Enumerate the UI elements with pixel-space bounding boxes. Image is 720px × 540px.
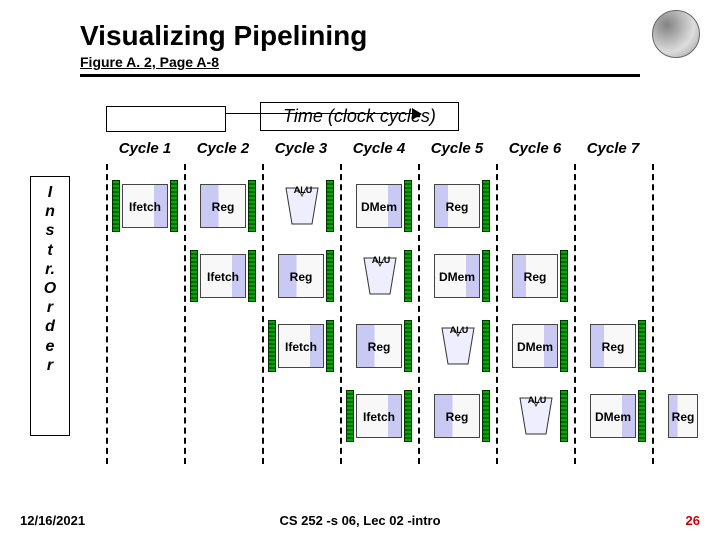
latch-bar-icon xyxy=(326,250,334,302)
latch-bar-icon xyxy=(248,180,256,232)
stage-alu: ALU xyxy=(516,396,556,436)
latch-bar-icon xyxy=(482,390,490,442)
stage-alu: ALU xyxy=(282,186,322,226)
latch-bar-icon xyxy=(112,180,120,232)
latch-bar-icon xyxy=(560,390,568,442)
cycle-label: Cycle 3 xyxy=(262,140,340,157)
time-arrow-origin-box xyxy=(106,106,226,132)
cycle-label: Cycle 2 xyxy=(184,140,262,157)
alu-label: ALU xyxy=(444,310,474,350)
instr-label-line: e xyxy=(31,337,69,356)
cycle-label: Cycle 7 xyxy=(574,140,652,157)
cycle-divider xyxy=(574,164,576,464)
instr-label-line: O xyxy=(31,279,69,298)
latch-bar-icon xyxy=(638,320,646,372)
stage-alu: ALU xyxy=(438,326,478,366)
stage-dmem: DMem xyxy=(590,394,636,438)
footer-page-number: 26 xyxy=(686,513,700,528)
title-underline xyxy=(80,74,640,77)
instr-label-line: n xyxy=(31,202,69,221)
latch-bar-icon xyxy=(404,320,412,372)
instr-label-line: s xyxy=(31,221,69,240)
latch-bar-icon xyxy=(170,180,178,232)
latch-bar-icon xyxy=(190,250,198,302)
instr-label-line: r xyxy=(31,298,69,317)
slide-title: Visualizing Pipelining xyxy=(80,20,367,52)
stage-reg-read: Reg xyxy=(200,184,246,228)
slide-subtitle: Figure A. 2, Page A-8 xyxy=(80,54,219,70)
latch-bar-icon xyxy=(404,180,412,232)
instr-label-line: r. xyxy=(31,260,69,279)
stage-dmem: DMem xyxy=(434,254,480,298)
stage-alu: ALU xyxy=(360,256,400,296)
cycle-divider xyxy=(340,164,342,464)
cycle-label: Cycle 5 xyxy=(418,140,496,157)
instr-label-line: r xyxy=(31,356,69,375)
stage-reg-write: Reg xyxy=(434,184,480,228)
time-axis-label: Time (clock cycles) xyxy=(260,102,459,131)
stage-reg-write: Reg xyxy=(512,254,558,298)
latch-bar-icon xyxy=(638,390,646,442)
latch-bar-icon xyxy=(248,250,256,302)
instr-label-line: t xyxy=(31,241,69,260)
cycle-divider xyxy=(262,164,264,464)
latch-bar-icon xyxy=(326,320,334,372)
cycle-divider xyxy=(184,164,186,464)
latch-bar-icon xyxy=(560,320,568,372)
latch-bar-icon xyxy=(482,320,490,372)
cycle-divider xyxy=(496,164,498,464)
instr-label-line: I xyxy=(31,183,69,202)
cycle-label: Cycle 4 xyxy=(340,140,418,157)
latch-bar-icon xyxy=(404,250,412,302)
cycle-label: Cycle 1 xyxy=(106,140,184,157)
alu-label: ALU xyxy=(288,170,318,210)
stage-reg-read: Reg xyxy=(356,324,402,368)
stage-dmem: DMem xyxy=(512,324,558,368)
stage-reg-read: Reg xyxy=(434,394,480,438)
stage-ifetch: Ifetch xyxy=(278,324,324,368)
pipeline-diagram: Cycle 1 Cycle 2 Cycle 3 Cycle 4 Cycle 5 … xyxy=(106,140,706,464)
institution-logo xyxy=(652,10,700,58)
latch-bar-icon xyxy=(326,180,334,232)
cycle-label: Cycle 6 xyxy=(496,140,574,157)
stage-reg-read: Reg xyxy=(278,254,324,298)
latch-bar-icon xyxy=(268,320,276,372)
latch-bar-icon xyxy=(482,250,490,302)
cycle-divider xyxy=(418,164,420,464)
stage-reg-write: Reg xyxy=(668,394,698,438)
stage-reg-write: Reg xyxy=(590,324,636,368)
pipeline-grid: Ifetch Reg ALU DMem Reg Ifetch Reg AL xyxy=(106,164,706,464)
cycle-divider xyxy=(106,164,108,464)
latch-bar-icon xyxy=(404,390,412,442)
latch-bar-icon xyxy=(346,390,354,442)
instr-label-line: d xyxy=(31,317,69,336)
alu-label: ALU xyxy=(366,240,396,280)
latch-bar-icon xyxy=(482,180,490,232)
stage-ifetch: Ifetch xyxy=(200,254,246,298)
alu-label: ALU xyxy=(522,380,552,420)
cycle-divider xyxy=(652,164,654,464)
latch-bar-icon xyxy=(560,250,568,302)
cycle-header-row: Cycle 1 Cycle 2 Cycle 3 Cycle 4 Cycle 5 … xyxy=(106,140,706,164)
instruction-order-label: I n s t r. O r d e r xyxy=(30,176,70,436)
stage-dmem: DMem xyxy=(356,184,402,228)
stage-ifetch: Ifetch xyxy=(356,394,402,438)
footer-course: CS 252 -s 06, Lec 02 -intro xyxy=(0,513,720,528)
stage-ifetch: Ifetch xyxy=(122,184,168,228)
